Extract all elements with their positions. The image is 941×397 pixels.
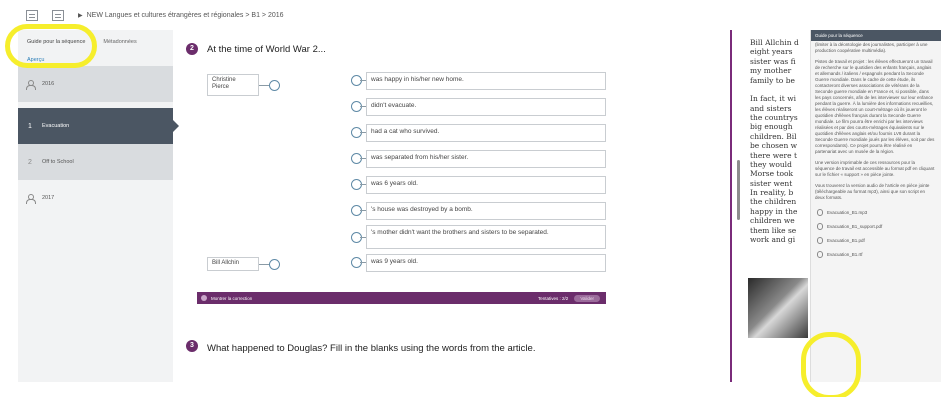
sidebar-item-label: 2016: [42, 81, 55, 87]
sidebar-item-number: 2: [28, 158, 32, 166]
article-photo: [748, 278, 808, 338]
match-right-item[interactable]: was separated from his/her sister.: [366, 150, 606, 168]
highlight-annotation: [801, 332, 861, 397]
highlight-annotation: [5, 24, 97, 68]
article-text: Bill Allchin d eight years sister was fi…: [750, 38, 799, 244]
guide-header: Guide pour la séquence: [811, 30, 941, 41]
guide-panel: Guide pour la séquence (limiter à la déo…: [810, 30, 941, 382]
sidebar-item-2017[interactable]: 2017: [18, 180, 173, 216]
correction-bar: Montrer la correction Tentatives : 2/2 V…: [197, 292, 606, 304]
match-right-item[interactable]: 's mother didn't want the brothers and s…: [366, 225, 606, 249]
attachment-link[interactable]: Evacuation_B1.mp3: [817, 206, 935, 220]
paperclip-icon: [817, 251, 823, 259]
match-right-item[interactable]: 's house was destroyed by a bomb.: [366, 202, 606, 220]
eye-icon: [201, 295, 207, 301]
guide-paragraph: Vous trouverez la version audio de l'art…: [815, 182, 930, 200]
match-right-item[interactable]: didn't evacuate.: [366, 98, 606, 116]
connector-knob[interactable]: [269, 80, 280, 91]
attachment-name: Evacuation_B1.mp3: [827, 209, 868, 215]
guide-paragraph: (limiter à la déontologie des journalist…: [815, 42, 928, 53]
sidebar-item-label: Evacuation: [42, 123, 70, 129]
show-correction-button[interactable]: Montrer la correction: [211, 296, 252, 301]
breadcrumb: ▶ NEW Langues et cultures étrangères et …: [78, 12, 284, 19]
match-left-item[interactable]: Christine Pierce: [207, 74, 259, 96]
guide-paragraph: Une version imprimable de ces ressources…: [815, 159, 935, 177]
tab-metadata[interactable]: Métadonnées: [94, 39, 145, 45]
sidebar-item-label: Off to School: [42, 159, 74, 165]
match-left-item[interactable]: Bill Allchin: [207, 257, 259, 271]
person-icon: [26, 193, 36, 204]
sidebar: Guide pour la séquence Métadonnées Aperç…: [18, 30, 179, 382]
connector-line: [259, 85, 269, 86]
guide-paragraph: Pistes de travail et projet : les élèves…: [815, 58, 935, 154]
paperclip-icon: [817, 237, 823, 245]
paperclip-icon: [817, 223, 823, 231]
match-right-item[interactable]: was 9 years old.: [366, 254, 606, 272]
reading-panel: Bill Allchin d eight years sister was fi…: [730, 30, 810, 382]
person-icon: [26, 79, 36, 90]
attachment-name: Evacuation_B1.rtf: [827, 251, 863, 257]
sidebar-item-off-to-school[interactable]: 2 Off to School: [18, 144, 173, 180]
document-icon[interactable]: [52, 9, 64, 21]
main-content: 2 At the time of World War 2... Christin…: [175, 30, 730, 397]
connector-knob[interactable]: [269, 259, 280, 270]
sidebar-item-evacuation[interactable]: 1 Evacuation: [18, 108, 179, 144]
question-number: 3: [186, 340, 198, 352]
question-title: What happened to Douglas? Fill in the bl…: [207, 343, 536, 354]
top-bar: ▶ NEW Langues et cultures étrangères et …: [0, 0, 941, 30]
attachment-link[interactable]: Evacuation_B1.rtf: [817, 248, 935, 262]
validate-button[interactable]: Valider: [574, 294, 600, 302]
match-right-item[interactable]: was happy in his/her new home.: [366, 72, 606, 90]
sidebar-item-number: 1: [28, 122, 32, 130]
breadcrumb-text[interactable]: NEW Langues et cultures étrangères et ré…: [87, 12, 284, 19]
play-icon: ▶: [78, 12, 83, 19]
attempts-count: Tentatives : 2/2: [538, 295, 569, 301]
guide-body: (limiter à la déontologie des journalist…: [811, 41, 941, 262]
connector-line: [259, 264, 269, 265]
attachment-link[interactable]: Evacuation_B1_support.pdf: [817, 220, 935, 234]
question-title: At the time of World War 2...: [207, 44, 326, 55]
sidebar-item-label: 2017: [42, 195, 55, 201]
match-right-item[interactable]: had a cat who survived.: [366, 124, 606, 142]
menu-icon[interactable]: [26, 9, 38, 21]
attachment-link[interactable]: Evacuation_B1.pdf: [817, 234, 935, 248]
paperclip-icon: [817, 209, 823, 217]
attachment-name: Evacuation_B1_support.pdf: [827, 223, 883, 229]
scrollbar[interactable]: [737, 160, 740, 220]
attachment-name: Evacuation_B1.pdf: [827, 237, 865, 243]
question-number: 2: [186, 43, 198, 55]
sidebar-item-2016[interactable]: 2016: [18, 66, 173, 102]
match-right-item[interactable]: was 6 years old.: [366, 176, 606, 194]
